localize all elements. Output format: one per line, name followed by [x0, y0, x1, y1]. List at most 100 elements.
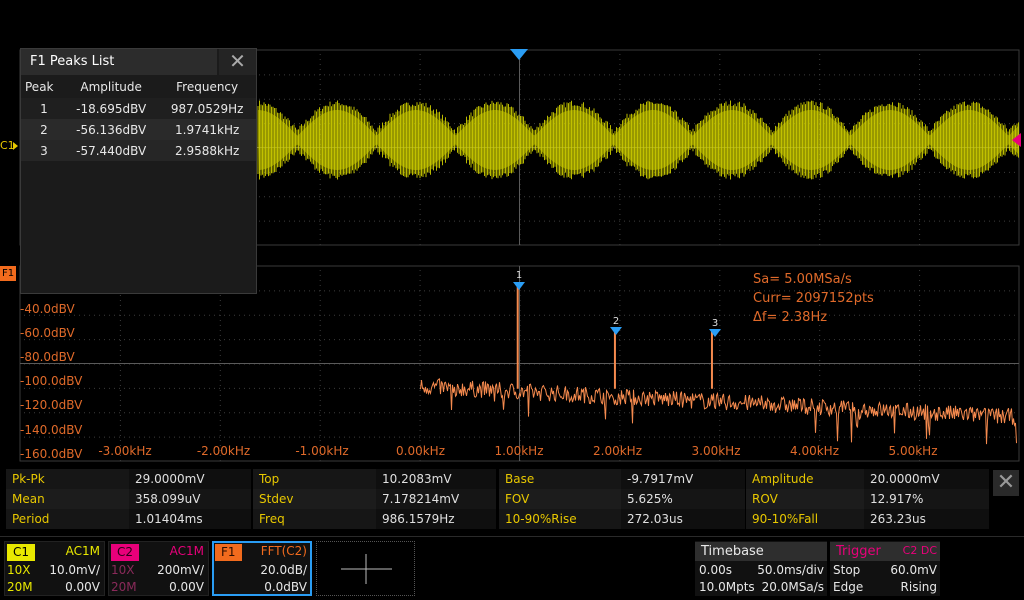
fft-x-tick-label: 3.00kHz	[691, 444, 741, 458]
peaks-list-title[interactable]: F1 Peaks List	[21, 49, 217, 75]
trigger-source: C2 DC	[902, 544, 937, 557]
measurement-table[interactable]: Pk-Pk 29.0000mV Top 10.2083mV Base -9.7917mV A…	[6, 469, 989, 529]
measurement-value: 5.625%	[621, 489, 745, 509]
measurement-label: 90-10%Fall	[746, 509, 864, 529]
fft-x-tick-label: 4.00kHz	[790, 444, 839, 458]
measurement-value: 272.03us	[621, 509, 745, 529]
peaks-table: Peak Amplitude Frequency 1 -18.695dBV 98…	[21, 76, 256, 161]
measurement-label: Freq	[253, 509, 376, 529]
c1-scale: 10.0mV/	[49, 563, 100, 577]
fft-x-tick-label: 1.00kHz	[494, 444, 544, 458]
c1-offset: 0.00V	[65, 580, 100, 594]
peak-frequency: 1.9741kHz	[158, 119, 256, 140]
f1-math-box[interactable]: F1 FFT(C2) 20.0dB/ 0.0dBV	[212, 541, 312, 596]
plus-icon	[341, 554, 392, 584]
close-icon[interactable]: ✕	[993, 470, 1019, 496]
f1-tag[interactable]: F1	[215, 544, 242, 561]
peak-frequency: 987.0529Hz	[158, 98, 256, 119]
timebase-title[interactable]: Timebase	[695, 542, 827, 561]
measurement-value: 7.178214mV	[376, 489, 496, 509]
c2-channel-tag[interactable]: C2	[111, 544, 140, 561]
c2-probe: 10X	[111, 563, 135, 577]
f1-offset-marker[interactable]: F1	[0, 266, 16, 281]
c2-offset: 0.00V	[169, 580, 204, 594]
fft-y-tick-label: -140.0dBV	[20, 423, 83, 437]
f1-function: FFT(C2)	[260, 544, 307, 558]
c1-bandwidth: 20M	[7, 580, 33, 594]
c1-waveform-trace	[257, 100, 1019, 180]
measurement-value: 263.23us	[864, 509, 989, 529]
fft-x-tick-label: -2.00kHz	[196, 444, 251, 458]
measurement-value: 986.1579Hz	[376, 509, 496, 529]
table-row[interactable]: 1 -18.695dBV 987.0529Hz	[21, 98, 256, 119]
peak-amplitude: -57.440dBV	[64, 140, 159, 161]
frequency-col-header: Frequency	[176, 80, 239, 94]
peak-amplitude: -56.136dBV	[64, 119, 159, 140]
f1-scale: 20.0dB/	[260, 563, 307, 577]
fft-peak-marker-arrow-3	[709, 329, 721, 337]
close-icon[interactable]: ✕	[219, 49, 256, 75]
measurement-value: 358.099uV	[129, 489, 251, 509]
c1-channel-box[interactable]: C1 AC1M 10X 10.0mV/ 20M 0.00V	[4, 541, 105, 596]
timebase-scale: 50.0ms/div	[757, 563, 824, 577]
measurement-label: 10-90%Rise	[499, 509, 621, 529]
measurement-label: Stdev	[253, 489, 376, 509]
fft-x-tick-label: 2.00kHz	[593, 444, 642, 458]
fft-peak-marker-arrow-1	[513, 282, 525, 290]
c1-trace-envelope	[258, 110, 1019, 170]
timebase-memory: 10.0Mpts	[699, 580, 755, 594]
measurement-value: 10.2083mV	[376, 469, 496, 489]
trigger-level-marker[interactable]	[1010, 132, 1022, 148]
measurement-row[interactable]: Mean 358.099uV Stdev 7.178214mV FOV 5.625% ROV…	[6, 489, 989, 509]
fft-current-points: Curr= 2097152pts	[753, 291, 874, 306]
add-channel-button[interactable]	[316, 541, 415, 596]
fft-y-tick-label: -40.0dBV	[20, 302, 75, 316]
peak-col-header: Peak	[25, 80, 54, 94]
trigger-mode: Stop	[833, 563, 861, 577]
measurement-value: 29.0000mV	[129, 469, 251, 489]
peaks-table-header: Peak Amplitude Frequency	[21, 76, 256, 98]
trigger-slope: Rising	[900, 580, 937, 594]
c2-bandwidth: 20M	[111, 580, 137, 594]
peak-amplitude: -18.695dBV	[64, 98, 159, 119]
fft-peak-marker-1[interactable]: 1	[512, 270, 526, 281]
trigger-position-marker[interactable]	[509, 48, 529, 62]
measurement-row[interactable]: Period 1.01404ms Freq 986.1579Hz 10-90%Rise 2…	[6, 509, 989, 529]
measurement-value: 12.917%	[864, 489, 989, 509]
measurement-label: ROV	[746, 489, 864, 509]
c1-coupling: AC1M	[65, 544, 100, 558]
trigger-type: Edge	[833, 580, 864, 594]
table-row[interactable]: 2 -56.136dBV 1.9741kHz	[21, 119, 256, 140]
fft-y-tick-label: -100.0dBV	[20, 374, 83, 388]
bottom-divider	[0, 536, 1024, 537]
measurement-row[interactable]: Pk-Pk 29.0000mV Top 10.2083mV Base -9.7917mV A…	[6, 469, 989, 489]
peaks-list-panel[interactable]: F1 Peaks List ✕ Peak Amplitude Frequency…	[20, 48, 257, 294]
c1-offset-arrow	[13, 142, 18, 150]
measurement-value: -9.7917mV	[621, 469, 745, 489]
fft-x-tick-label: 5.00kHz	[888, 444, 938, 458]
f1-offset: 0.0dBV	[264, 580, 307, 594]
measurement-label: Period	[6, 509, 129, 529]
timebase-sample-rate: 20.0MSa/s	[761, 580, 824, 594]
measurement-label: Base	[499, 469, 621, 489]
c2-channel-box[interactable]: C2 AC1M 10X 200mV/ 20M 0.00V	[108, 541, 209, 596]
timebase-delay: 0.00s	[699, 563, 732, 577]
fft-y-tick-label: -160.0dBV	[20, 447, 83, 461]
trigger-box[interactable]: Trigger C2 DC Stop 60.0mV Edge Rising	[830, 541, 940, 596]
c2-scale: 200mV/	[157, 563, 204, 577]
fft-x-tick-label: -3.00kHz	[98, 444, 152, 458]
peak-frequency: 2.9588kHz	[158, 140, 256, 161]
c2-coupling: AC1M	[169, 544, 204, 558]
fft-info: Sa= 5.00MSa/s Curr= 2097152pts Δf= 2.38H…	[753, 270, 874, 327]
measurement-value: 1.01404ms	[129, 509, 251, 529]
fft-y-tick-label: -60.0dBV	[20, 326, 75, 340]
fft-resolution: Δf= 2.38Hz	[753, 310, 828, 325]
c1-channel-tag[interactable]: C1	[7, 544, 36, 561]
c1-probe: 10X	[7, 563, 31, 577]
table-row[interactable]: 3 -57.440dBV 2.9588kHz	[21, 140, 256, 161]
peak-index: 1	[21, 98, 64, 119]
timebase-box[interactable]: Timebase 0.00s 50.0ms/div 10.0Mpts 20.0M…	[695, 541, 827, 596]
measurement-label: Top	[253, 469, 376, 489]
amplitude-col-header: Amplitude	[80, 80, 142, 94]
measurement-value: 20.0000mV	[864, 469, 989, 489]
